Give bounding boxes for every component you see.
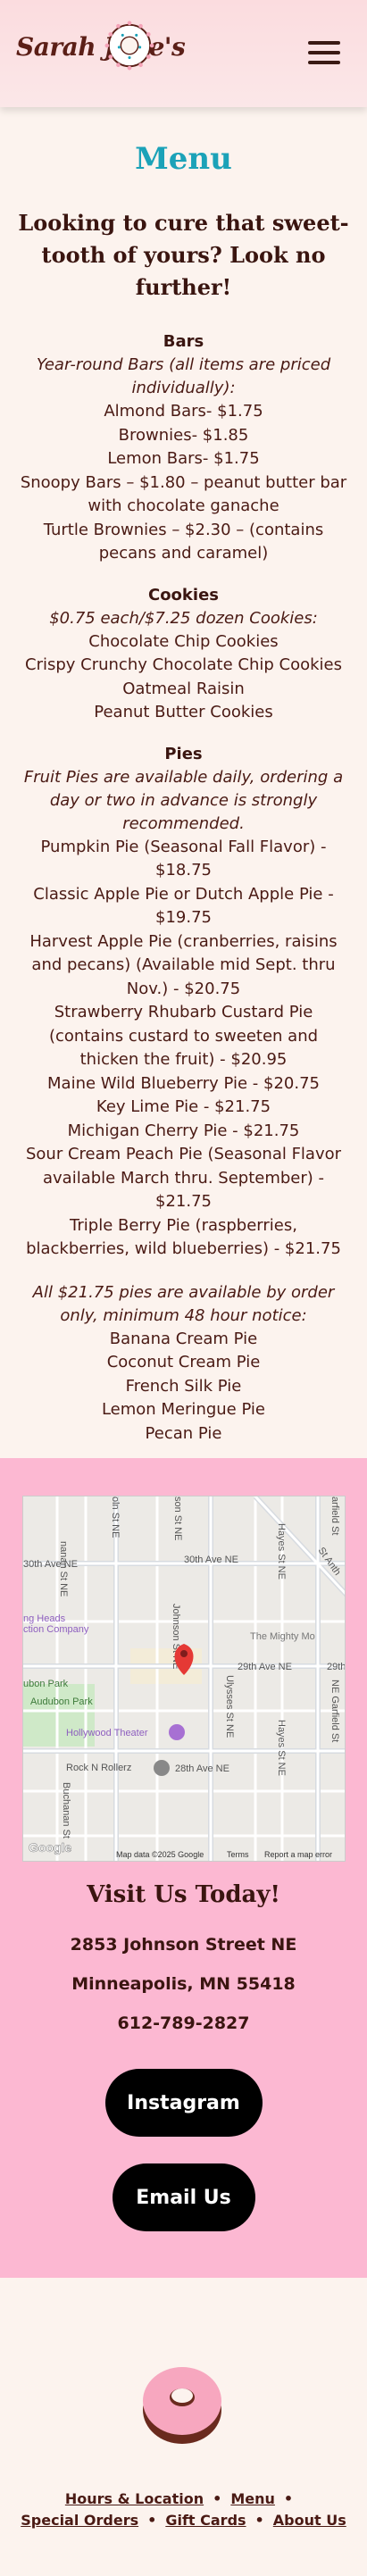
section-title: Pies <box>164 744 203 763</box>
menu-item: Lemon Bars- $1.75 <box>107 449 260 468</box>
menu-item: Snoopy Bars – $1.80 – peanut butter bar … <box>20 472 347 516</box>
menu-item: Pecan Pie <box>145 1423 222 1443</box>
logo[interactable]: Sarah Jane's <box>16 20 221 86</box>
tagline: Looking to cure that sweet-tooth of your… <box>18 210 349 300</box>
place-label: Audubon Park <box>30 1696 93 1707</box>
place-label: The Mighty Mo <box>250 1631 315 1642</box>
street-label: arfield St <box>329 1496 340 1535</box>
site-header: Sarah Jane's <box>0 0 367 107</box>
theater-icon[interactable] <box>168 1724 185 1740</box>
menu-item: Strawberry Rhubarb Custard Pie (contains… <box>48 1003 319 1069</box>
section-note: $0.75 each/$7.25 dozen Cookies: <box>49 608 318 628</box>
separator: • <box>147 2512 157 2529</box>
site-footer: Hours & Location • Menu • Special Orders • Gi… <box>0 2278 367 2576</box>
section-note: Year-round Bars (all items are priced in… <box>36 355 331 397</box>
city-line: Minneapolis, MN 55418 <box>71 1974 296 1994</box>
section-title: Bars <box>163 332 204 351</box>
street-label: 29th <box>327 1662 346 1672</box>
map-canvas[interactable]: 30th Ave NE 30th Ave NE 29th Ave NE 29th… <box>22 1496 346 1862</box>
instagram-button[interactable]: Instagram <box>104 2069 263 2137</box>
page-title: Menu <box>135 141 232 177</box>
street-label: son St NE <box>172 1496 183 1541</box>
place-label: Rock N Rollerz <box>66 1763 131 1773</box>
footer-row: Special Orders • Gift Cards • About Us <box>0 2510 367 2531</box>
menu-item: Oatmeal Raisin <box>122 679 245 698</box>
google-logo: Google <box>29 1840 71 1855</box>
section-note: All $21.75 pies are available by order o… <box>32 1282 335 1325</box>
cookies-section: Cookies $0.75 each/$7.25 dozen Cookies: … <box>0 584 367 725</box>
menu-item: Almond Bars- $1.75 <box>104 402 263 421</box>
menu-item: Chocolate Chip Cookies <box>88 631 279 651</box>
hamburger-bar <box>308 61 340 64</box>
pies-section: Pies Fruit Pies are available daily, ord… <box>0 743 367 1446</box>
email-us-button[interactable]: Email Us <box>112 2163 255 2231</box>
footer-row: Hours & Location • Menu • <box>0 2488 367 2510</box>
place-label: ng Heads <box>23 1613 66 1624</box>
street-label: oln St NE <box>110 1496 121 1538</box>
menu-item: Brownies- $1.85 <box>118 425 249 445</box>
footer-link-menu[interactable]: Menu <box>230 2490 275 2507</box>
menu-item: Peanut Butter Cookies <box>94 703 273 721</box>
street-label: Hayes St NE <box>276 1523 287 1580</box>
street-label: 28th Ave NE <box>175 1763 229 1774</box>
menu-item: Harvest Apple Pie (cranberries, raisins … <box>29 931 338 998</box>
menu-item: Triple Berry Pie (raspberries, blackberr… <box>26 1215 341 1259</box>
logo-text: Sarah Jane's <box>16 32 186 62</box>
footer-link-hours[interactable]: Hours & Location <box>65 2490 204 2507</box>
separator: • <box>283 2490 294 2507</box>
street-label: Hayes St NE <box>276 1720 287 1776</box>
visit-title: Visit Us Today! <box>87 1881 280 1908</box>
separator: • <box>254 2512 264 2529</box>
place-label: ction Company <box>23 1624 89 1635</box>
street-label: 29th Ave NE <box>238 1662 292 1672</box>
section-note: Fruit Pies are available daily, ordering… <box>23 767 344 833</box>
separator: • <box>213 2490 222 2507</box>
menu-item: Key Lime Pie - $21.75 <box>96 1097 271 1116</box>
footer-link-about[interactable]: About Us <box>273 2512 346 2529</box>
menu-item: Michigan Cherry Pie - $21.75 <box>67 1121 300 1140</box>
menu-item: Pumpkin Pie (Seasonal Fall Flavor) - $18… <box>40 837 327 880</box>
footer-link-gift-cards[interactable]: Gift Cards <box>165 2512 246 2529</box>
place-label: ubon Park <box>23 1679 69 1689</box>
menu-item: Banana Cream Pie <box>109 1329 258 1348</box>
map-terms-link[interactable]: Terms <box>227 1850 249 1859</box>
menu-item: Coconut Cream Pie <box>106 1353 261 1371</box>
bars-section: Bars Year-round Bars (all items are pric… <box>0 330 367 566</box>
menu-item: Sour Cream Peach Pie (Seasonal Flavor av… <box>25 1145 342 1211</box>
report-map-error-link[interactable]: Report a map error <box>264 1850 332 1859</box>
street-label: Buchanan St <box>61 1782 71 1838</box>
donut-icon <box>143 2367 221 2444</box>
menu-item: Crispy Crunchy Chocolate Chip Cookies <box>25 655 342 674</box>
donut-logo-icon <box>104 21 154 71</box>
map-data-label: Map data ©2025 Google <box>116 1850 204 1859</box>
menu-item: French Silk Pie <box>125 1376 242 1396</box>
section-title: Cookies <box>147 585 219 604</box>
menu-item: Maine Wild Blueberry Pie - $20.75 <box>47 1073 320 1093</box>
menu-content: Menu Looking to cure that sweet-tooth of… <box>0 141 367 1446</box>
hamburger-bar <box>308 41 340 45</box>
street-label: NE Garfield St <box>329 1680 340 1742</box>
phone-number[interactable]: 612-789-2827 <box>21 2013 346 2033</box>
menu-item: Turtle Brownies – $2.30 – (contains peca… <box>43 520 324 563</box>
menu-item: Lemon Meringue Pie <box>101 1400 266 1419</box>
hamburger-menu-icon[interactable] <box>308 41 340 64</box>
hamburger-bar <box>308 51 340 54</box>
footer-link-special-orders[interactable]: Special Orders <box>21 2512 138 2529</box>
google-map[interactable]: 30th Ave NE 30th Ave NE 29th Ave NE 29th… <box>21 1496 346 1862</box>
street-label: nanan St NE <box>58 1541 69 1596</box>
place-label: Hollywood Theater <box>66 1728 148 1738</box>
footer-links: Hours & Location • Menu • Special Orders • Gi… <box>0 2488 367 2531</box>
street-label: 30th Ave NE <box>184 1555 238 1565</box>
address-line: 2853 Johnson Street NE <box>70 1935 297 1955</box>
street-label: Ulysses St NE <box>224 1675 235 1738</box>
menu-item: Classic Apple Pie or Dutch Apple Pie - $… <box>33 884 334 928</box>
place-icon[interactable] <box>153 1760 170 1776</box>
visit-section: 30th Ave NE 30th Ave NE 29th Ave NE 29th… <box>0 1458 367 2278</box>
